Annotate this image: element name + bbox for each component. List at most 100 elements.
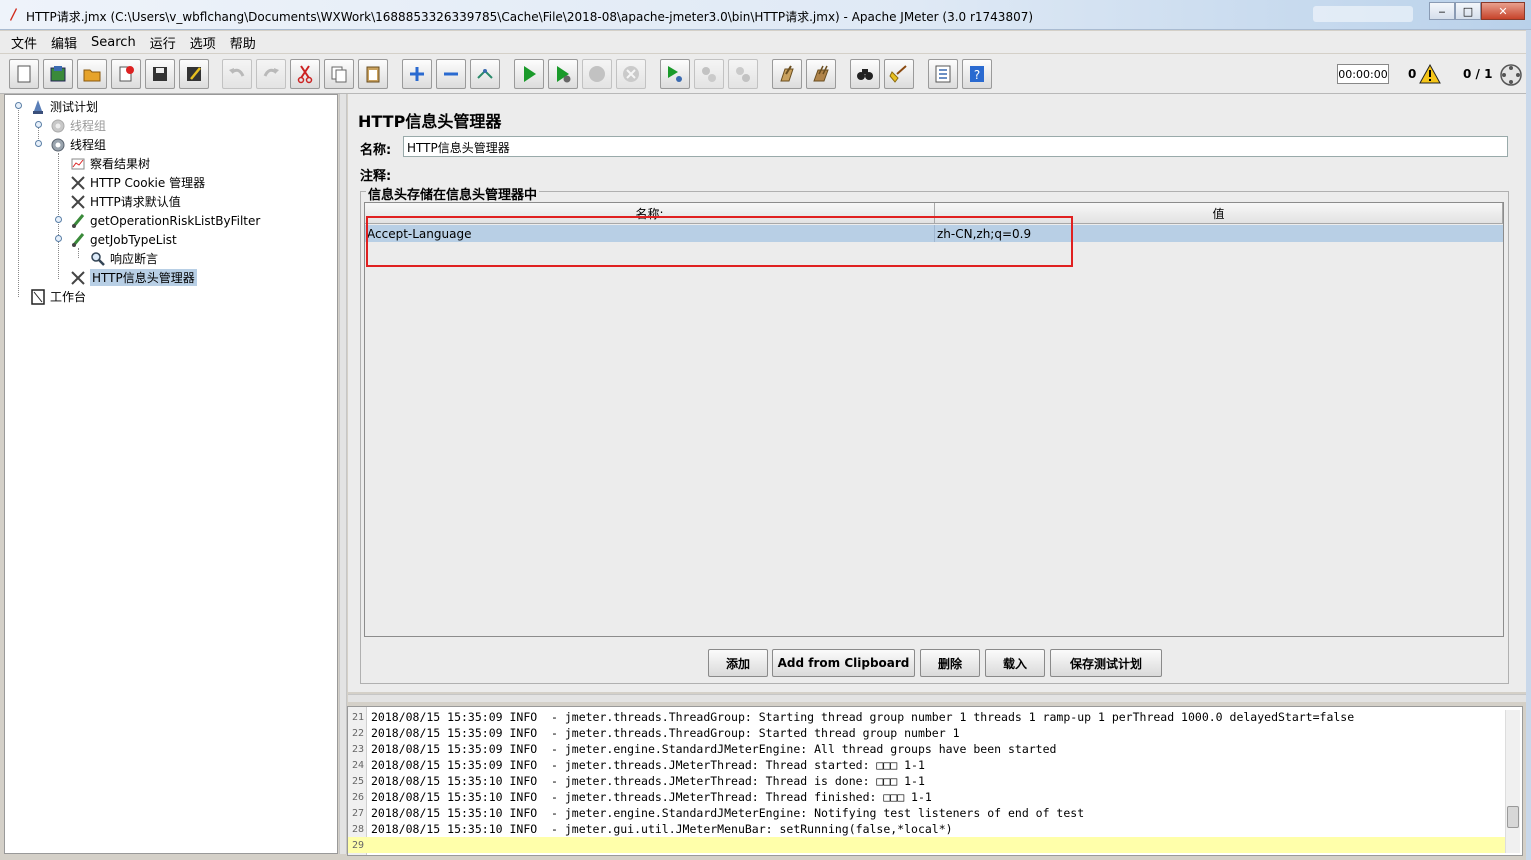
- column-header-value[interactable]: 值: [935, 203, 1503, 224]
- log-line: 24 2018/08/15 15:35:09 INFO - jmeter.thre…: [348, 757, 1506, 773]
- help-button[interactable]: ?: [962, 59, 992, 89]
- tree-item-view-results-tree[interactable]: 察看结果树: [69, 154, 150, 173]
- undo-button[interactable]: [222, 59, 252, 89]
- scroll-thumb[interactable]: [1507, 806, 1519, 828]
- header-value-cell[interactable]: zh-CN,zh;q=0.9: [935, 225, 1503, 242]
- headers-table[interactable]: 名称: 值 Accept-Language zh-CN,zh;q=0.9: [364, 202, 1504, 637]
- listener-icon: [69, 155, 87, 173]
- tree-toggle[interactable]: [55, 235, 62, 242]
- new-button[interactable]: [9, 59, 39, 89]
- tree-item-header-manager[interactable]: HTTP信息头管理器: [69, 268, 197, 287]
- tree-item-thread-group[interactable]: 线程组: [49, 135, 106, 154]
- remote-stop-all-button[interactable]: [694, 59, 724, 89]
- clear-all-button[interactable]: [806, 59, 836, 89]
- table-row[interactable]: Accept-Language zh-CN,zh;q=0.9: [365, 225, 1503, 242]
- vertical-splitter[interactable]: [339, 94, 347, 854]
- clear-button[interactable]: [772, 59, 802, 89]
- save-test-plan-button[interactable]: 保存测试计划: [1050, 649, 1162, 677]
- name-field[interactable]: HTTP信息头管理器: [403, 136, 1508, 157]
- menu-run[interactable]: 运行: [145, 33, 181, 52]
- tree-item-workbench[interactable]: 工作台: [29, 287, 86, 306]
- log-text: 2018/08/15 15:35:10 INFO - jmeter.thread…: [371, 790, 932, 804]
- test-plan-tree[interactable]: 测试计划 线程组 线程组 察看结果树 HTTP Cookie 管理器 HTTP请…: [4, 94, 338, 854]
- line-number: 29: [351, 839, 364, 851]
- tree-item-request-defaults[interactable]: HTTP请求默认值: [69, 192, 181, 211]
- tree-toggle[interactable]: [15, 102, 22, 109]
- sampler-icon: [69, 212, 87, 230]
- tree-item-sampler-job-type[interactable]: getJobTypeList: [69, 230, 177, 249]
- start-no-pauses-button[interactable]: [548, 59, 578, 89]
- expand-all-button[interactable]: [402, 59, 432, 89]
- function-helper-button[interactable]: [928, 59, 958, 89]
- templates-button[interactable]: [43, 59, 73, 89]
- line-number: 23: [351, 743, 364, 755]
- save-button[interactable]: [145, 59, 175, 89]
- shutdown-button[interactable]: [616, 59, 646, 89]
- comment-label: 注释:: [360, 169, 392, 184]
- clear-all-icon: [813, 65, 829, 82]
- tree-toggle[interactable]: [35, 140, 42, 147]
- tree-item-thread-group-disabled[interactable]: 线程组: [49, 116, 106, 135]
- menu-file[interactable]: 文件: [6, 33, 42, 52]
- search-button[interactable]: [850, 59, 880, 89]
- maximize-button[interactable]: □: [1455, 2, 1481, 20]
- warning-icon[interactable]: [1419, 64, 1441, 84]
- remote-shutdown-all-button[interactable]: [728, 59, 758, 89]
- close-file-button[interactable]: [111, 59, 141, 89]
- tree-item-sampler-risk-list[interactable]: getOperationRiskListByFilter: [69, 211, 260, 230]
- tree-toggle[interactable]: [35, 121, 42, 128]
- menu-search[interactable]: Search: [86, 35, 141, 50]
- line-number: 22: [351, 727, 364, 739]
- close-window-button[interactable]: ✕: [1481, 2, 1525, 20]
- add-from-clipboard-button[interactable]: Add from Clipboard: [772, 649, 915, 677]
- error-count: 0: [1408, 67, 1417, 81]
- tree-item-label: 响应断言: [110, 252, 159, 266]
- active-threads: 0 / 1: [1463, 67, 1493, 81]
- stop-button[interactable]: [582, 59, 612, 89]
- tree-item-label: HTTP信息头管理器: [90, 269, 197, 286]
- toggle-button[interactable]: [470, 59, 500, 89]
- test-plan-icon: [29, 98, 47, 116]
- start-button[interactable]: [514, 59, 544, 89]
- line-number: 25: [351, 775, 364, 787]
- assertion-icon: [89, 250, 107, 268]
- redo-button[interactable]: [256, 59, 286, 89]
- cut-button[interactable]: [290, 59, 320, 89]
- menu-help[interactable]: 帮助: [225, 33, 261, 52]
- column-header-name[interactable]: 名称:: [365, 203, 935, 224]
- comment-field[interactable]: [403, 162, 1508, 183]
- delete-button[interactable]: 删除: [920, 649, 980, 677]
- add-button[interactable]: 添加: [708, 649, 768, 677]
- load-button[interactable]: 载入: [985, 649, 1045, 677]
- log-scrollbar[interactable]: [1505, 710, 1520, 853]
- paste-button[interactable]: [358, 59, 388, 89]
- save-as-button[interactable]: [179, 59, 209, 89]
- tree-guide: [18, 107, 19, 297]
- menu-edit[interactable]: 编辑: [46, 33, 82, 52]
- log-text: 2018/08/15 15:35:09 INFO - jmeter.thread…: [371, 710, 1355, 724]
- log-viewer[interactable]: 21 2018/08/15 15:35:09 INFO - jmeter.thre…: [347, 706, 1523, 856]
- tree-item-label: 测试计划: [50, 100, 99, 114]
- collapse-all-button[interactable]: [436, 59, 466, 89]
- line-number: 28: [351, 823, 364, 835]
- reset-search-icon: [889, 65, 907, 83]
- redo-icon: [263, 68, 279, 77]
- minimize-button[interactable]: ‒: [1429, 2, 1455, 20]
- tree-item-test-plan[interactable]: 测试计划: [29, 97, 98, 116]
- tree-item-response-assertion[interactable]: 响应断言: [89, 249, 158, 268]
- copy-icon: [331, 66, 347, 83]
- tree-item-cookie-manager[interactable]: HTTP Cookie 管理器: [69, 173, 205, 192]
- horizontal-splitter[interactable]: [348, 694, 1526, 702]
- copy-button[interactable]: [324, 59, 354, 89]
- remote-start-all-button[interactable]: [660, 59, 690, 89]
- remote-status-icon: [1500, 64, 1522, 86]
- log-line: 28 2018/08/15 15:35:10 INFO - jmeter.gui.…: [348, 821, 1506, 837]
- reset-search-button[interactable]: [884, 59, 914, 89]
- name-label: 名称:: [360, 143, 392, 158]
- open-button[interactable]: [77, 59, 107, 89]
- line-number: 26: [351, 791, 364, 803]
- menu-options[interactable]: 选项: [185, 33, 221, 52]
- tree-toggle[interactable]: [55, 216, 62, 223]
- header-name-cell[interactable]: Accept-Language: [365, 225, 935, 242]
- table-actions: 添加 Add from Clipboard 删除 载入 保存测试计划: [348, 649, 1526, 677]
